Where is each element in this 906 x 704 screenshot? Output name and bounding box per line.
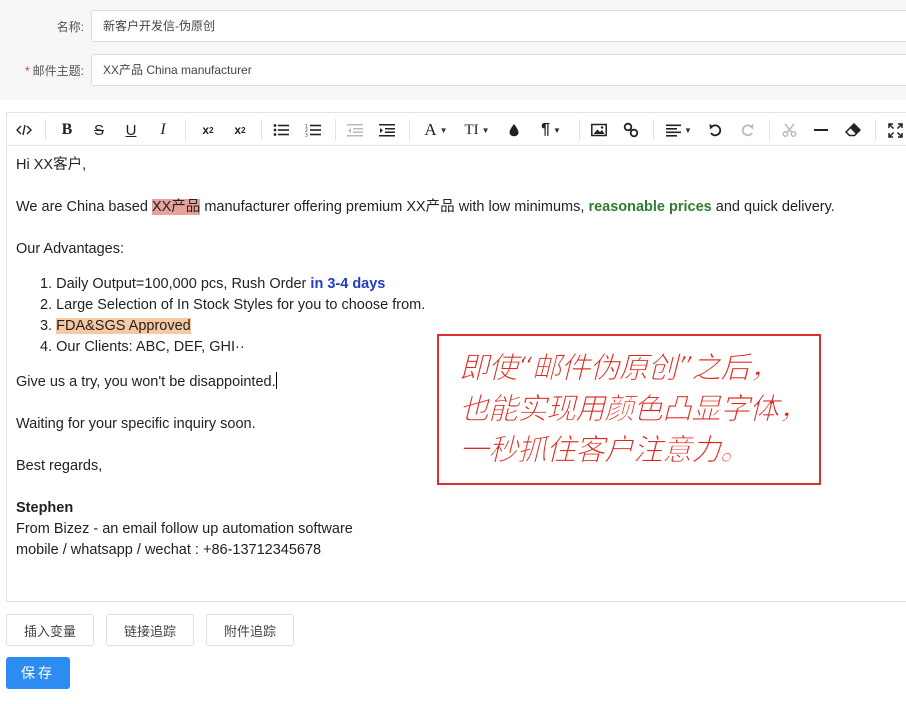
align-icon[interactable]: ▼: [663, 117, 695, 143]
cut-icon[interactable]: [779, 117, 799, 143]
annotation-text: 即使“邮件伪原创”之后， 也能实现用颜色凸显字体， 一秒抓住客户注意力。: [459, 348, 809, 471]
image-icon[interactable]: [589, 117, 609, 143]
name-input[interactable]: 新客户开发信-伪原创: [91, 10, 906, 42]
try-line: Give us a try, you won't be disappointed…: [16, 372, 277, 390]
list-item: 2. Large Selection of In Stock Styles fo…: [40, 297, 426, 313]
toolbar-separator: [409, 119, 410, 141]
insert-variable-button[interactable]: 插入变量: [6, 614, 94, 646]
bullet-list-icon[interactable]: [271, 117, 291, 143]
subject-row: * 邮件主题: XX产品 China manufacturer: [0, 54, 906, 86]
required-mark: *: [24, 64, 30, 78]
annotation-line: 也能实现用颜色凸显字体，: [459, 392, 809, 428]
attachment-tracking-button[interactable]: 附件追踪: [206, 614, 294, 646]
toolbar-separator: [335, 119, 336, 141]
font-size-icon[interactable]: TI ▼: [461, 117, 493, 143]
subject-input[interactable]: XX产品 China manufacturer: [91, 54, 906, 86]
outdent-icon[interactable]: [345, 117, 365, 143]
chevron-down-icon: ▼: [684, 125, 692, 135]
toolbar-separator: [875, 119, 876, 141]
editor-toolbar: B S U I x2 x2 123 A ▼ TI ▼ ¶ ▼ ▼: [7, 113, 906, 146]
signature-name: Stephen: [16, 500, 74, 516]
highlighted-product: XX产品: [151, 199, 201, 215]
intro-paragraph: We are China based XX产品 manufacturer off…: [16, 199, 835, 215]
link-icon[interactable]: [621, 117, 641, 143]
svg-text:3: 3: [305, 133, 308, 138]
name-row: 名称: 新客户开发信-伪原创: [0, 10, 906, 42]
list-item: 3. FDA&SGS Approved: [40, 318, 191, 334]
toolbar-separator: [261, 119, 262, 141]
signature-mobile: mobile / whatsapp / wechat : +86-1371234…: [16, 542, 322, 558]
name-label: 名称:: [56, 20, 84, 34]
link-tracking-button[interactable]: 链接追踪: [106, 614, 194, 646]
chevron-down-icon: ▼: [552, 125, 561, 135]
code-view-icon[interactable]: [13, 117, 35, 143]
toolbar-separator: [653, 119, 654, 141]
text-cursor: [275, 372, 277, 389]
advantages-list: 1. Daily Output=100,000 pcs, Rush Order …: [40, 274, 425, 358]
green-bold-text: reasonable prices: [588, 199, 712, 215]
toolbar-separator: [45, 119, 46, 141]
list-item: 4. Our Clients: ABC, DEF, GHI··: [40, 339, 245, 355]
indent-icon[interactable]: [377, 117, 397, 143]
blue-bold-text: in 3-4 days: [310, 276, 386, 292]
waiting-line: Waiting for your specific inquiry soon.: [16, 416, 256, 432]
background-color-icon[interactable]: [505, 117, 523, 143]
toolbar-separator: [185, 119, 186, 141]
greeting-line: Hi XX客户,: [16, 157, 87, 173]
underline-icon[interactable]: U: [121, 117, 141, 143]
horizontal-rule-icon[interactable]: [811, 117, 831, 143]
superscript-icon[interactable]: x2: [197, 117, 219, 143]
advantages-title: Our Advantages:: [16, 241, 125, 257]
signature-from: From Bizez - an email follow up automati…: [16, 521, 353, 537]
strikethrough-icon[interactable]: S: [89, 117, 109, 143]
form-area: 名称: 新客户开发信-伪原创 * 邮件主题: XX产品 China manufac…: [0, 0, 906, 100]
regards-line: Best regards,: [16, 458, 103, 474]
annotation-line: 即使“邮件伪原创”之后，: [459, 351, 780, 387]
annotation-box: 即使“邮件伪原创”之后， 也能实现用颜色凸显字体， 一秒抓住客户注意力。: [437, 334, 821, 485]
toolbar-separator: [769, 119, 770, 141]
list-item: 1. Daily Output=100,000 pcs, Rush Order …: [40, 276, 386, 292]
toolbar-separator: [579, 119, 580, 141]
fullscreen-icon[interactable]: [885, 117, 905, 143]
numbered-list-icon[interactable]: 123: [303, 117, 323, 143]
subscript-icon[interactable]: x2: [229, 117, 251, 143]
italic-icon[interactable]: I: [153, 117, 173, 143]
annotation-line: 一秒抓住客户注意力。: [459, 433, 751, 469]
bold-icon[interactable]: B: [57, 117, 77, 143]
subject-label: * 邮件主题:: [24, 64, 84, 78]
undo-icon[interactable]: [705, 117, 725, 143]
highlighted-certification: FDA&SGS Approved: [56, 318, 191, 334]
eraser-icon[interactable]: [843, 117, 863, 143]
chevron-down-icon: ▼: [439, 125, 448, 135]
paragraph-icon[interactable]: ¶ ▼: [535, 117, 567, 143]
save-button[interactable]: 保存: [6, 657, 70, 689]
font-color-icon[interactable]: A ▼: [421, 117, 451, 143]
chevron-down-icon: ▼: [481, 125, 490, 135]
redo-icon[interactable]: [737, 117, 757, 143]
